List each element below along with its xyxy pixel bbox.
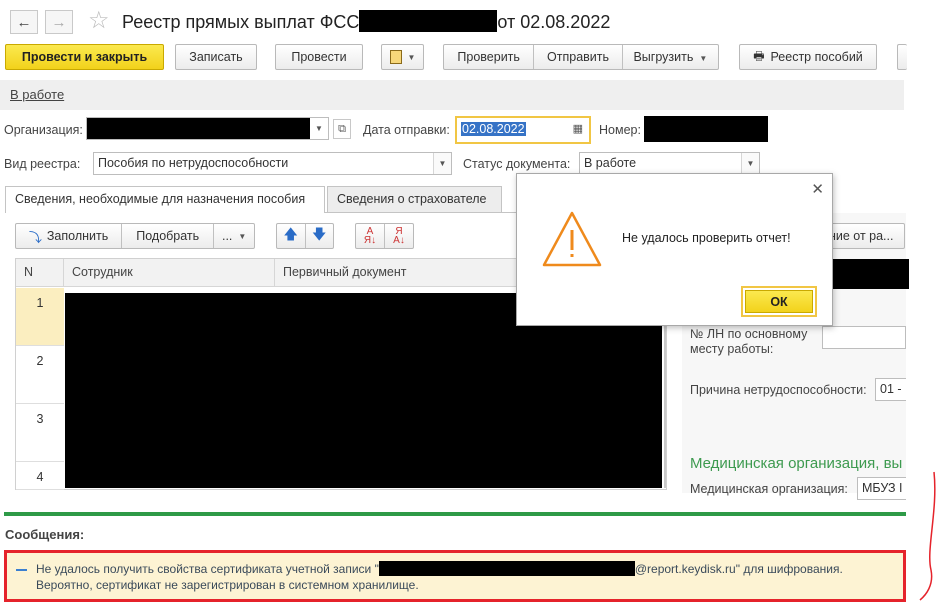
- printer-icon: 🖶: [753, 48, 765, 63]
- chevron-down-icon: ▼: [238, 231, 247, 241]
- move-buttons-group: 🡅 🡇: [276, 223, 334, 249]
- print-menu-button[interactable]: ▼: [381, 44, 424, 70]
- post-and-close-button[interactable]: Провести и закрыть: [5, 44, 164, 70]
- arrow-left-icon: ←: [16, 13, 32, 31]
- doc-status-value: В работе: [584, 156, 637, 170]
- ln-label: № ЛН по основному месту работы:: [690, 327, 807, 357]
- table-row[interactable]: 3: [16, 404, 64, 462]
- message-minus-icon[interactable]: [16, 569, 27, 571]
- ln-field[interactable]: [822, 326, 906, 349]
- more-button[interactable]: [897, 44, 907, 70]
- fill-button[interactable]: ⤵ Заполнить: [16, 227, 121, 246]
- redacted-block: [359, 10, 498, 32]
- open-icon[interactable]: ⧉: [333, 119, 351, 139]
- chevron-down-icon[interactable]: ▼: [310, 118, 328, 139]
- status-link[interactable]: В работе: [10, 87, 64, 102]
- number-label: Номер:: [599, 123, 641, 137]
- send-date-field[interactable]: 02.08.2022 ▦: [455, 116, 591, 144]
- tab-benefit-info[interactable]: Сведения, необходимые для назначения пос…: [5, 186, 325, 213]
- more-label: ...: [221, 229, 233, 243]
- arrow-down-icon[interactable]: 🡇: [306, 224, 334, 248]
- post-button[interactable]: Провести: [275, 44, 363, 70]
- registry-label: Реестр пособий: [770, 50, 863, 64]
- send-date-value: 02.08.2022: [461, 122, 526, 136]
- registry-type-label: Вид реестра:: [4, 157, 81, 171]
- close-icon[interactable]: ✕: [811, 180, 824, 198]
- redacted-block: [644, 116, 768, 142]
- sort-buttons-group: А Я↓ Я А↓: [355, 223, 414, 249]
- fill-arrow-icon: ⤵: [28, 229, 42, 245]
- dialog-message: Не удалось проверить отчет!: [622, 231, 791, 245]
- tab-underline-gap: [6, 212, 324, 213]
- save-button[interactable]: Записать: [175, 44, 257, 70]
- fill-label: Заполнить: [46, 229, 109, 243]
- title-suffix: от 02.08.2022: [497, 12, 611, 32]
- organization-field[interactable]: ▼: [86, 117, 329, 140]
- message-line1-suffix: @report.keydisk.ru" для шифрования.: [634, 562, 843, 576]
- forward-button[interactable]: →: [45, 10, 73, 34]
- ok-button-focus: ОК: [741, 286, 817, 317]
- warning-dialog: ✕ Не удалось проверить отчет! ОК: [516, 173, 833, 326]
- reason-label: Причина нетрудоспособности:: [690, 383, 867, 397]
- reason-field[interactable]: 01 -: [875, 378, 906, 401]
- green-separator: [4, 512, 906, 516]
- med-org-field[interactable]: МБУЗ I: [857, 477, 906, 500]
- chevron-down-icon[interactable]: ▼: [433, 153, 451, 174]
- table-row[interactable]: 1: [16, 288, 64, 346]
- select-button[interactable]: Подобрать: [122, 229, 213, 243]
- title-prefix: Реестр прямых выплат ФСС: [122, 12, 360, 32]
- calendar-icon[interactable]: ▦: [573, 122, 583, 135]
- redacted-block: [378, 561, 635, 576]
- export-button[interactable]: Выгрузить ▼: [623, 50, 718, 64]
- messages-header: Сообщения:: [5, 527, 85, 542]
- ln-label-line1: № ЛН по основному: [690, 327, 808, 341]
- table-row[interactable]: 4: [16, 462, 64, 490]
- chevron-down-icon[interactable]: ▼: [741, 153, 759, 174]
- doc-status-field[interactable]: В работе ▼: [579, 152, 760, 175]
- send-button[interactable]: Отправить: [534, 50, 621, 64]
- table-toolbar-group: ⤵ Заполнить Подобрать ... ▼: [15, 223, 255, 249]
- document-print-icon: [389, 50, 402, 64]
- doc-status-label: Статус документа:: [463, 157, 571, 171]
- arrow-up-icon[interactable]: 🡅: [277, 224, 305, 248]
- section-title: Медицинская организация, вы: [690, 455, 903, 472]
- check-button[interactable]: Проверить: [444, 50, 533, 64]
- send-date-label: Дата отправки:: [363, 123, 450, 137]
- med-org-label: Медицинская организация:: [690, 482, 848, 496]
- page-title: Реестр прямых выплат ФСС от 02.08.2022: [122, 10, 610, 34]
- chevron-down-icon: ▼: [407, 52, 416, 62]
- message-box: Не удалось получить свойства сертификата…: [4, 550, 906, 602]
- arrow-right-icon: →: [51, 13, 67, 31]
- redacted-block: [829, 259, 909, 289]
- message-line1-prefix: Не удалось получить свойства сертификата…: [36, 562, 379, 576]
- registry-button[interactable]: 🖶 Реестр пособий: [739, 44, 877, 70]
- chevron-down-icon: ▼: [699, 54, 708, 63]
- more-actions-button[interactable]: ... ▼: [214, 229, 254, 243]
- table-row[interactable]: 2: [16, 346, 64, 404]
- redacted-block: [87, 118, 311, 139]
- column-header-n[interactable]: N: [16, 259, 64, 287]
- back-button[interactable]: ←: [10, 10, 38, 34]
- ok-button[interactable]: ОК: [745, 290, 813, 313]
- organization-label: Организация:: [4, 123, 83, 137]
- registry-type-field[interactable]: Пособия по нетрудоспособности ▼: [93, 152, 452, 175]
- registry-type-value: Пособия по нетрудоспособности: [98, 156, 289, 170]
- message-line2: Вероятно, сертификат не зарегистрирован …: [36, 578, 419, 592]
- sort-descending-icon[interactable]: Я А↓: [385, 227, 413, 246]
- annotation-curve: [919, 471, 936, 601]
- sort-ascending-icon[interactable]: А Я↓: [356, 227, 384, 246]
- status-band: [0, 80, 904, 110]
- message-text[interactable]: Не удалось получить свойства сертификата…: [36, 561, 843, 593]
- ln-label-line2: месту работы:: [690, 342, 774, 356]
- export-label: Выгрузить: [633, 50, 694, 64]
- warning-triangle-icon: [542, 211, 602, 267]
- tab-insurer-info[interactable]: Сведения о страхователе: [327, 186, 502, 213]
- exchange-button-group: Проверить Отправить Выгрузить ▼: [443, 44, 719, 70]
- column-header-employee[interactable]: Сотрудник: [64, 259, 275, 287]
- star-icon[interactable]: ☆: [88, 8, 110, 34]
